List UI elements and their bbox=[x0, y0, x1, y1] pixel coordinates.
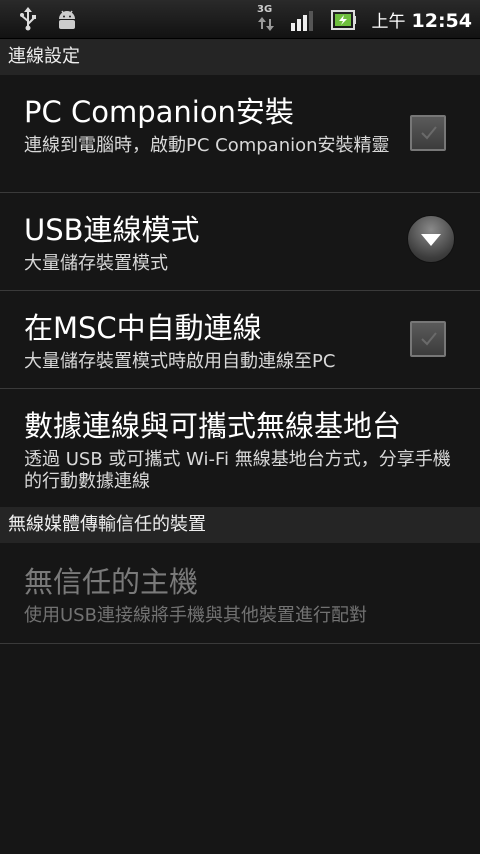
msc-auto-connect-checkbox[interactable] bbox=[410, 321, 446, 357]
setting-title: USB連線模式 bbox=[24, 213, 200, 247]
setting-title: 無信任的主機 bbox=[24, 565, 199, 599]
setting-summary: 透過 USB 或可攜式 Wi-Fi 無線基地台方式，分享手機的行動數據連線 bbox=[24, 449, 451, 492]
usb-icon bbox=[18, 7, 38, 35]
setting-pc-companion[interactable]: PC Companion安裝 連線到電腦時，啟動PC Companion安裝精靈 bbox=[0, 75, 480, 193]
section-header-connectivity: 連線設定 bbox=[0, 39, 480, 75]
signal-icon bbox=[291, 9, 317, 35]
usb-mode-dropdown[interactable] bbox=[407, 215, 455, 263]
setting-summary: 大量儲存裝置模式 bbox=[24, 253, 168, 274]
setting-summary: 連線到電腦時，啟動PC Companion安裝精靈 bbox=[24, 135, 390, 156]
setting-title: 在MSC中自動連線 bbox=[24, 311, 262, 345]
setting-msc-auto-connect[interactable]: 在MSC中自動連線 大量儲存裝置模式時啟用自動連線至PC bbox=[0, 291, 480, 389]
clock-time: 12:54 bbox=[411, 10, 472, 32]
setting-summary: 使用USB連接線將手機與其他裝置進行配對 bbox=[24, 605, 367, 626]
checkmark-icon bbox=[421, 332, 437, 346]
section-header-wireless-media: 無線媒體傳輸信任的裝置 bbox=[0, 507, 480, 543]
battery-charging-icon bbox=[331, 9, 357, 35]
setting-title: PC Companion安裝 bbox=[24, 95, 294, 129]
network-type-label: 3G bbox=[257, 4, 273, 15]
setting-tethering[interactable]: 數據連線與可攜式無線基地台 透過 USB 或可攜式 Wi-Fi 無線基地台方式，… bbox=[0, 389, 480, 507]
clock-ampm: 上午 bbox=[371, 12, 406, 32]
clock: 上午 12:54 bbox=[372, 7, 472, 32]
pc-companion-checkbox[interactable] bbox=[410, 115, 446, 151]
setting-summary: 大量儲存裝置模式時啟用自動連線至PC bbox=[24, 351, 336, 372]
setting-usb-mode[interactable]: USB連線模式 大量儲存裝置模式 bbox=[0, 193, 480, 291]
3g-icon: 3G bbox=[257, 4, 275, 35]
checkmark-icon bbox=[421, 126, 437, 140]
setting-title: 數據連線與可攜式無線基地台 bbox=[24, 409, 402, 443]
status-bar: 3G 上午 12:54 bbox=[0, 0, 480, 39]
android-debug-icon bbox=[56, 9, 78, 35]
setting-untrusted-host: 無信任的主機 使用USB連接線將手機與其他裝置進行配對 bbox=[0, 543, 480, 644]
chevron-down-icon bbox=[421, 234, 441, 246]
